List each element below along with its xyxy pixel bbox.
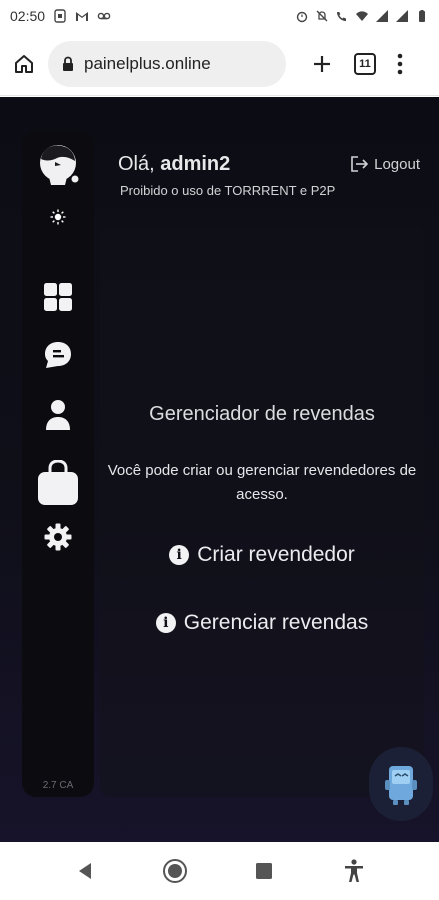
nav-home-button[interactable] <box>155 851 195 891</box>
logout-button[interactable]: Logout <box>350 155 420 173</box>
home-icon <box>15 54 33 73</box>
home-circle-icon <box>162 859 187 883</box>
sidebar-item-settings[interactable] <box>42 521 74 553</box>
signal-icon <box>396 10 408 22</box>
sidebar-item-dashboard[interactable] <box>42 281 74 313</box>
username: admin2 <box>160 153 231 175</box>
support-chat-button[interactable] <box>369 747 433 821</box>
greeting: Olá, admin2 <box>118 153 230 176</box>
new-tab-button[interactable] <box>304 46 340 82</box>
plus-icon <box>314 55 330 72</box>
silent-icon <box>316 10 328 22</box>
avatar[interactable] <box>35 141 83 193</box>
usage-notice: Proibido o uso de TORRRENT e P2P <box>120 183 336 198</box>
gear-icon <box>44 523 72 551</box>
theme-toggle-icon[interactable] <box>50 209 66 225</box>
info-icon: i <box>155 613 176 633</box>
sim-card-icon <box>54 9 66 23</box>
panel-description: Você pode criar ou gerenciar revendedore… <box>107 462 417 503</box>
app-content: 2.7 CA Olá, admin2 Proibido o uso de TOR… <box>0 97 439 842</box>
home-button[interactable] <box>10 50 38 78</box>
reseller-manager-panel: Gerenciador de revendas Você pode criar … <box>100 227 424 797</box>
sidebar-item-resellers[interactable] <box>36 460 80 505</box>
status-bar: 02:50 <box>0 0 439 32</box>
tab-switcher-button[interactable]: 11 <box>354 52 376 75</box>
user-icon <box>46 400 70 430</box>
wifi-call-icon <box>337 12 346 21</box>
info-icon: i <box>169 545 190 565</box>
sidebar: 2.7 CA <box>22 131 94 797</box>
accessibility-icon <box>345 859 364 882</box>
panel-title: Gerenciador de revendas <box>149 403 375 425</box>
create-reseller-button[interactable]: i Criar revendedor <box>100 543 424 567</box>
greeting-text: Olá, <box>118 153 155 175</box>
url-text: painelplus.online <box>84 53 211 73</box>
nav-recents-button[interactable] <box>244 851 284 891</box>
robot-mascot-icon <box>385 766 417 805</box>
nav-accessibility-button[interactable] <box>334 851 374 891</box>
chat-icon <box>45 342 71 368</box>
status-time: 02:50 <box>10 8 46 24</box>
more-vertical-icon <box>397 53 403 74</box>
back-icon <box>78 863 91 879</box>
manage-resellers-button[interactable]: i Gerenciar revendas <box>100 611 424 635</box>
manage-resellers-label: Gerenciar revendas <box>183 611 369 634</box>
gmail-icon <box>76 12 89 21</box>
system-nav-bar <box>0 842 439 900</box>
voicemail-icon <box>97 12 111 20</box>
browser-toolbar: painelplus.online 11 <box>0 32 439 96</box>
logout-label: Logout <box>374 155 420 173</box>
alarm-icon <box>296 11 308 23</box>
wifi-icon <box>356 11 368 21</box>
address-bar[interactable]: painelplus.online <box>48 40 286 87</box>
lock-icon <box>63 56 73 71</box>
signal-icon <box>376 10 388 22</box>
logout-icon <box>351 156 369 172</box>
dashboard-icon <box>44 283 72 311</box>
battery-icon <box>419 10 425 22</box>
app-version: 2.7 CA <box>42 780 74 791</box>
bag-icon <box>38 460 78 505</box>
create-reseller-label: Criar revendedor <box>197 543 355 566</box>
sidebar-item-users[interactable] <box>42 399 74 431</box>
browser-menu-button[interactable] <box>386 50 414 78</box>
user-header: Olá, admin2 Proibido o uso de TORRRENT e… <box>110 147 424 205</box>
recents-icon <box>256 863 273 879</box>
sidebar-item-messages[interactable] <box>42 339 74 371</box>
nav-back-button[interactable] <box>65 851 105 891</box>
